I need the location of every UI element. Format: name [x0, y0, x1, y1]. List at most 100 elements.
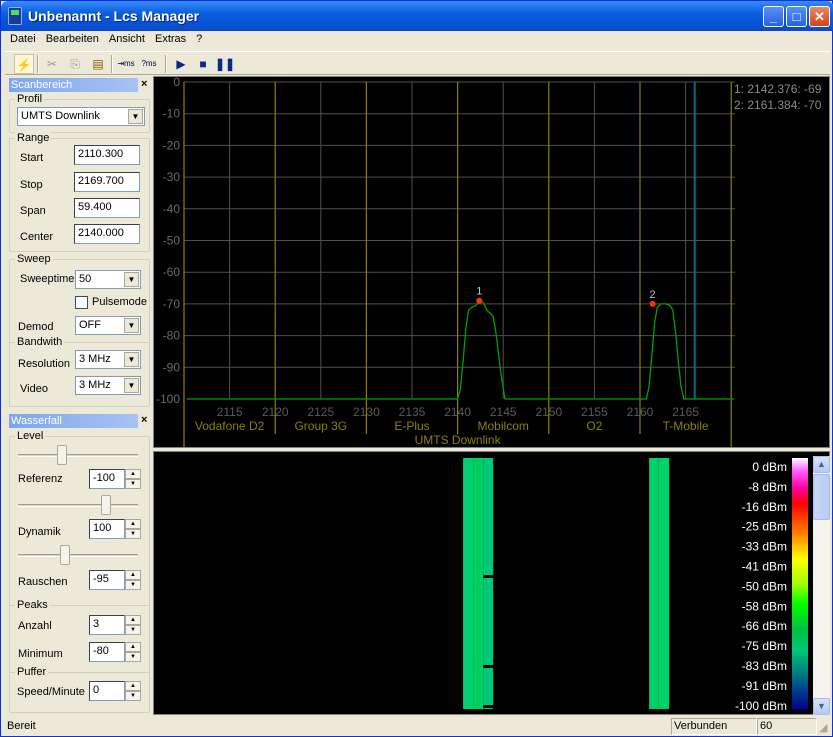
y-tick-label: -50 [163, 234, 181, 248]
peak-readout: 2: 2161.384: -70 [734, 98, 822, 112]
video-select[interactable]: 3 MHz ▼ [75, 376, 141, 395]
rauschen-spinner[interactable]: ▲ ▼ [125, 570, 141, 590]
slider-thumb[interactable] [100, 495, 111, 515]
dynamik-slider[interactable] [18, 495, 138, 515]
center-input[interactable]: 2140.000 [74, 224, 140, 244]
minimize-button[interactable]: _ [763, 6, 784, 27]
rauschen-slider[interactable] [18, 545, 138, 565]
waterfall-view[interactable]: 0 dBm -8 dBm -16 dBm -25 dBm -33 dBm -41 dBm -… [153, 451, 830, 715]
status-text: Bereit [7, 720, 36, 732]
connect-button[interactable]: ⚡ [14, 54, 34, 74]
chevron-down-icon: ▼ [124, 378, 139, 393]
wasserfall-header: Wasserfall [9, 414, 138, 428]
chevron-down-icon: ▼ [124, 272, 139, 287]
legend-label: -75 dBm [742, 639, 787, 653]
close-icon: × [141, 78, 148, 90]
scroll-down-button[interactable]: ▼ [813, 698, 830, 715]
span-input[interactable]: 59.400 [74, 198, 140, 218]
maximize-button[interactable]: □ [786, 6, 807, 27]
spin-up-icon[interactable]: ▲ [125, 570, 141, 580]
spin-down-icon[interactable]: ▼ [125, 652, 141, 662]
y-tick-label: -10 [163, 107, 181, 121]
play-button[interactable]: ▶ [171, 54, 191, 74]
spin-down-icon[interactable]: ▼ [125, 625, 141, 635]
spin-down-icon[interactable]: ▼ [125, 479, 141, 489]
level-label: Level [15, 430, 46, 442]
band-label: Mobilcom [478, 419, 529, 433]
demod-select[interactable]: OFF ▼ [75, 316, 141, 335]
peak-marker [476, 297, 483, 304]
dynamik-input[interactable]: 100 [89, 519, 125, 539]
spin-up-icon[interactable]: ▲ [125, 469, 141, 479]
clipboard-icon: ▤ [92, 57, 104, 71]
spin-up-icon[interactable]: ▲ [125, 681, 141, 691]
minimum-input[interactable]: -80 [89, 642, 125, 662]
pulsemode-label: Pulsemode [92, 296, 148, 308]
anzahl-spinner[interactable]: ▲ ▼ [125, 615, 141, 635]
wasserfall-close-button[interactable]: × [141, 414, 147, 426]
start-input[interactable]: 2110.300 [74, 145, 140, 165]
menu-extras[interactable]: Extras [150, 31, 191, 47]
y-tick-label: 0 [173, 77, 180, 89]
resolution-value: 3 MHz [79, 353, 111, 365]
speed-spinner[interactable]: ▲ ▼ [125, 681, 141, 701]
spin-down-icon[interactable]: ▼ [125, 691, 141, 701]
x-tick-label: 2165 [672, 405, 699, 419]
referenz-slider[interactable] [18, 445, 138, 465]
spin-up-icon[interactable]: ▲ [125, 615, 141, 625]
video-value: 3 MHz [79, 379, 111, 391]
waterfall-column [483, 458, 494, 709]
peaks-label: Peaks [15, 599, 50, 611]
center-label: Center [20, 231, 54, 243]
scanbereich-close-button[interactable]: × [141, 78, 147, 90]
waterfall-gap [483, 575, 494, 578]
close-button[interactable]: ✕ [809, 6, 830, 27]
scroll-thumb[interactable] [813, 474, 830, 520]
slider-track [18, 554, 138, 557]
minimum-spinner[interactable]: ▲ ▼ [125, 642, 141, 662]
referenz-spinner[interactable]: ▲ ▼ [125, 469, 141, 489]
speed-label: Speed/Minute [17, 686, 85, 698]
pulsemode-checkbox[interactable] [75, 296, 88, 309]
legend-label: -25 dBm [742, 520, 787, 534]
waterfall-column [658, 458, 670, 709]
spectrum-view[interactable]: 0 -10 -20 -30 -40 -50 -60 -70 -80 -90 -100 2115 2120… [153, 75, 830, 448]
resolution-select[interactable]: 3 MHz ▼ [75, 350, 141, 369]
stop-input[interactable]: 2169.700 [74, 172, 140, 192]
app-icon [8, 7, 22, 25]
referenz-input[interactable]: -100 [89, 469, 125, 489]
sweep-time-auto-button[interactable]: ?ms [139, 54, 159, 74]
profil-select[interactable]: UMTS Downlink ▼ [17, 107, 145, 126]
menu-datei[interactable]: Datei [5, 31, 41, 47]
menu-help[interactable]: ? [191, 31, 207, 47]
waterfall-scrollbar[interactable]: ▲ ▼ [813, 456, 830, 715]
menu-bearbeiten[interactable]: Bearbeiten [41, 31, 104, 47]
sweep-time-question-icon: ?ms [141, 59, 157, 68]
waterfall-column [473, 458, 484, 709]
menu-ansicht[interactable]: Ansicht [104, 31, 150, 47]
anzahl-input[interactable]: 3 [89, 615, 125, 635]
demod-label: Demod [18, 321, 54, 333]
copy-button[interactable]: ⎘ [65, 54, 85, 74]
spin-down-icon[interactable]: ▼ [125, 529, 141, 539]
speed-input[interactable]: 0 [89, 681, 125, 701]
slider-thumb[interactable] [59, 545, 70, 565]
spin-up-icon[interactable]: ▲ [125, 642, 141, 652]
rauschen-input[interactable]: -95 [89, 570, 125, 590]
slider-thumb[interactable] [56, 445, 67, 465]
color-legend-bar [792, 458, 808, 710]
stop-button[interactable]: ■ [193, 54, 213, 74]
x-tick-label: 2155 [581, 405, 608, 419]
pause-button[interactable]: ❚❚ [215, 54, 235, 74]
cut-button[interactable]: ✂ [42, 54, 62, 74]
paste-button[interactable]: ▤ [88, 54, 108, 74]
sweep-time-button[interactable]: ⇥ms [116, 54, 136, 74]
title-bar[interactable]: Unbenannt - Lcs Manager _ □ ✕ [1, 1, 833, 31]
dynamik-spinner[interactable]: ▲ ▼ [125, 519, 141, 539]
resize-grip-icon[interactable]: ◢ [819, 721, 827, 734]
spin-down-icon[interactable]: ▼ [125, 580, 141, 590]
sweeptime-select[interactable]: 50 ▼ [75, 270, 141, 289]
scroll-up-button[interactable]: ▲ [813, 456, 830, 473]
waterfall-gap [483, 665, 494, 668]
spin-up-icon[interactable]: ▲ [125, 519, 141, 529]
